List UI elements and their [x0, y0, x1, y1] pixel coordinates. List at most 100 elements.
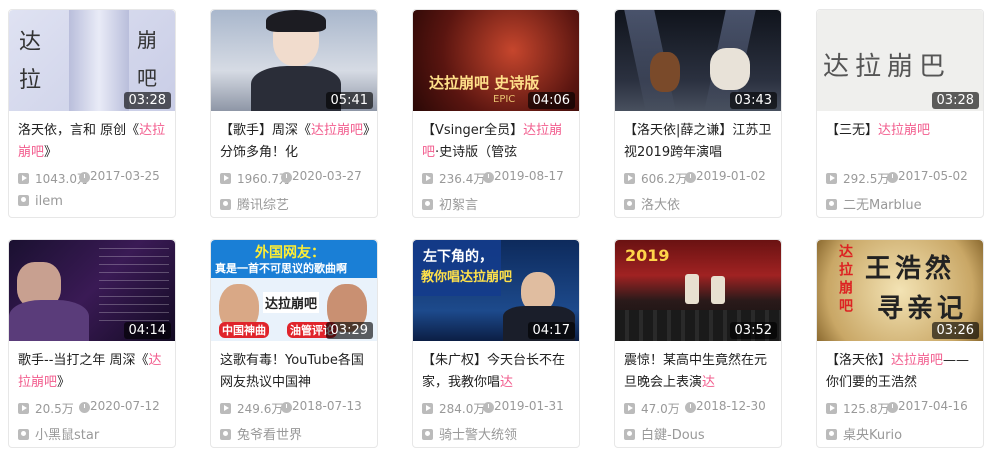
play-count-icon: [826, 173, 837, 184]
uploader[interactable]: 骑士警大统领: [422, 424, 578, 443]
upload-date: 2020-03-27: [292, 169, 362, 183]
video-title[interactable]: 【Vsinger全员】达拉崩吧·史诗版（管弦: [422, 120, 572, 164]
clock-icon: [483, 402, 494, 413]
video-card[interactable]: 外国网友： 真是一首不可思议的歌曲啊 达拉崩吧 中国神曲 油管评论 03:29 …: [210, 239, 378, 448]
video-thumbnail[interactable]: 04:14: [9, 240, 175, 341]
user-icon: [422, 199, 433, 210]
play-count: 249.6万: [237, 402, 284, 416]
video-thumbnail[interactable]: 达拉崩吧 王浩然 寻亲记 03:26: [817, 240, 983, 341]
video-card[interactable]: 达拉崩吧 史诗版 EPIC 04:06 【Vsinger全员】达拉崩吧·史诗版（…: [412, 9, 580, 218]
video-meta: 236.4万 2019-08-17: [422, 170, 578, 188]
video-meta: 1043.0万 2017-03-25: [18, 170, 174, 188]
user-icon: [826, 199, 837, 210]
duration-badge: 04:06: [527, 92, 575, 109]
uploader[interactable]: 桌央Kurio: [826, 424, 982, 443]
video-title[interactable]: 洛天依，言和 原创《达拉崩吧》: [18, 120, 168, 164]
duration-badge: 03:28: [123, 92, 171, 109]
video-thumbnail[interactable]: 达拉崩巴 03:28: [817, 10, 983, 111]
video-card[interactable]: 左下角的， 教你唱达拉崩吧 04:17 【朱广权】今天台长不在家，我教你唱达 2…: [412, 239, 580, 448]
user-icon: [18, 195, 29, 206]
user-icon: [18, 429, 29, 440]
play-count: 292.5万: [843, 172, 890, 186]
video-card[interactable]: 04:14 歌手--当打之年 周深《达拉崩吧》 20.5万 2020-07-12…: [8, 239, 176, 448]
user-icon: [624, 199, 635, 210]
upload-date: 2018-07-13: [292, 399, 362, 413]
video-meta: 606.2万 2019-01-02: [624, 170, 780, 188]
video-title[interactable]: 【歌手】周深《达拉崩吧》分饰多角！化: [220, 120, 370, 164]
video-title[interactable]: 震惊！某高中生竟然在元旦晚会上表演达: [624, 350, 774, 394]
play-count: 236.4万: [439, 172, 486, 186]
clock-icon: [281, 172, 292, 183]
uploader[interactable]: 腾讯综艺: [220, 194, 376, 213]
user-icon: [624, 429, 635, 440]
play-count-icon: [422, 403, 433, 414]
video-card[interactable]: 达 拉 崩 吧 03:28 洛天依，言和 原创《达拉崩吧》 1043.0万 20…: [8, 9, 176, 218]
video-card[interactable]: 05:41 【歌手】周深《达拉崩吧》分饰多角！化 1960.7万 2020-03…: [210, 9, 378, 218]
video-meta: 249.6万 2018-07-13: [220, 400, 376, 418]
video-meta: 284.0万 2019-01-31: [422, 400, 578, 418]
upload-date: 2019-08-17: [494, 169, 564, 183]
uploader[interactable]: 二无Marblue: [826, 194, 982, 213]
video-card[interactable]: 达拉崩吧 王浩然 寻亲记 03:26 【洛天依】达拉崩吧——你们要的王浩然 12…: [816, 239, 984, 448]
uploader[interactable]: ilem: [18, 194, 174, 209]
video-title[interactable]: 这歌有毒！YouTube各国网友热议中国神: [220, 350, 370, 394]
play-count: 125.8万: [843, 402, 890, 416]
video-thumbnail[interactable]: 2019 03:52: [615, 240, 781, 341]
video-thumbnail[interactable]: 外国网友： 真是一首不可思议的歌曲啊 达拉崩吧 中国神曲 油管评论 03:29: [211, 240, 377, 341]
user-icon: [422, 429, 433, 440]
video-grid: 达 拉 崩 吧 03:28 洛天依，言和 原创《达拉崩吧》 1043.0万 20…: [0, 0, 992, 454]
clock-icon: [887, 172, 898, 183]
video-meta: 292.5万 2017-05-02: [826, 170, 982, 188]
play-count-icon: [422, 173, 433, 184]
clock-icon: [685, 172, 696, 183]
clock-icon: [79, 172, 90, 183]
video-thumbnail[interactable]: 05:41: [211, 10, 377, 111]
video-meta: 20.5万 2020-07-12: [18, 400, 174, 418]
uploader[interactable]: 白鍵-Dous: [624, 424, 780, 443]
user-icon: [220, 199, 231, 210]
video-thumbnail[interactable]: 03:43: [615, 10, 781, 111]
video-title[interactable]: 【朱广权】今天台长不在家，我教你唱达: [422, 350, 572, 394]
video-thumbnail[interactable]: 左下角的， 教你唱达拉崩吧 04:17: [413, 240, 579, 341]
video-meta: 1960.7万 2020-03-27: [220, 170, 376, 188]
video-thumbnail[interactable]: 达拉崩吧 史诗版 EPIC 04:06: [413, 10, 579, 111]
duration-badge: 03:26: [931, 322, 979, 339]
video-title[interactable]: 【洛天依】达拉崩吧——你们要的王浩然: [826, 350, 976, 394]
upload-date: 2020-07-12: [90, 399, 160, 413]
video-title[interactable]: 歌手--当打之年 周深《达拉崩吧》: [18, 350, 168, 394]
video-card[interactable]: 达拉崩巴 03:28 【三无】达拉崩吧 292.5万 2017-05-02 二无…: [816, 9, 984, 218]
uploader[interactable]: 初絮言: [422, 194, 578, 213]
video-title[interactable]: 【洛天依|薛之谦】江苏卫视2019跨年演唱: [624, 120, 774, 164]
user-icon: [220, 429, 231, 440]
video-card[interactable]: 03:43 【洛天依|薛之谦】江苏卫视2019跨年演唱 606.2万 2019-…: [614, 9, 782, 218]
user-icon: [826, 429, 837, 440]
video-thumbnail[interactable]: 达 拉 崩 吧 03:28: [9, 10, 175, 111]
duration-badge: 03:43: [729, 92, 777, 109]
play-count: 606.2万: [641, 172, 688, 186]
uploader[interactable]: 小黑鼠star: [18, 424, 174, 443]
duration-badge: 04:14: [123, 322, 171, 339]
duration-badge: 04:17: [527, 322, 575, 339]
play-count-icon: [826, 403, 837, 414]
duration-badge: 05:41: [325, 92, 373, 109]
play-count-icon: [220, 403, 231, 414]
play-count-icon: [624, 173, 635, 184]
uploader[interactable]: 兔爷看世界: [220, 424, 376, 443]
duration-badge: 03:52: [729, 322, 777, 339]
clock-icon: [281, 402, 292, 413]
clock-icon: [887, 402, 898, 413]
upload-date: 2018-12-30: [696, 399, 766, 413]
video-meta: 125.8万 2017-04-16: [826, 400, 982, 418]
clock-icon: [483, 172, 494, 183]
uploader[interactable]: 洛大依: [624, 194, 780, 213]
duration-badge: 03:29: [325, 322, 373, 339]
upload-date: 2017-03-25: [90, 169, 160, 183]
video-meta: 47.0万 2018-12-30: [624, 400, 780, 418]
clock-icon: [685, 402, 696, 413]
video-card[interactable]: 2019 03:52 震惊！某高中生竟然在元旦晚会上表演达 47.0万 2018…: [614, 239, 782, 448]
play-count: 284.0万: [439, 402, 486, 416]
play-count-icon: [18, 173, 29, 184]
upload-date: 2019-01-31: [494, 399, 564, 413]
upload-date: 2017-04-16: [898, 399, 968, 413]
video-title[interactable]: 【三无】达拉崩吧: [826, 120, 976, 164]
